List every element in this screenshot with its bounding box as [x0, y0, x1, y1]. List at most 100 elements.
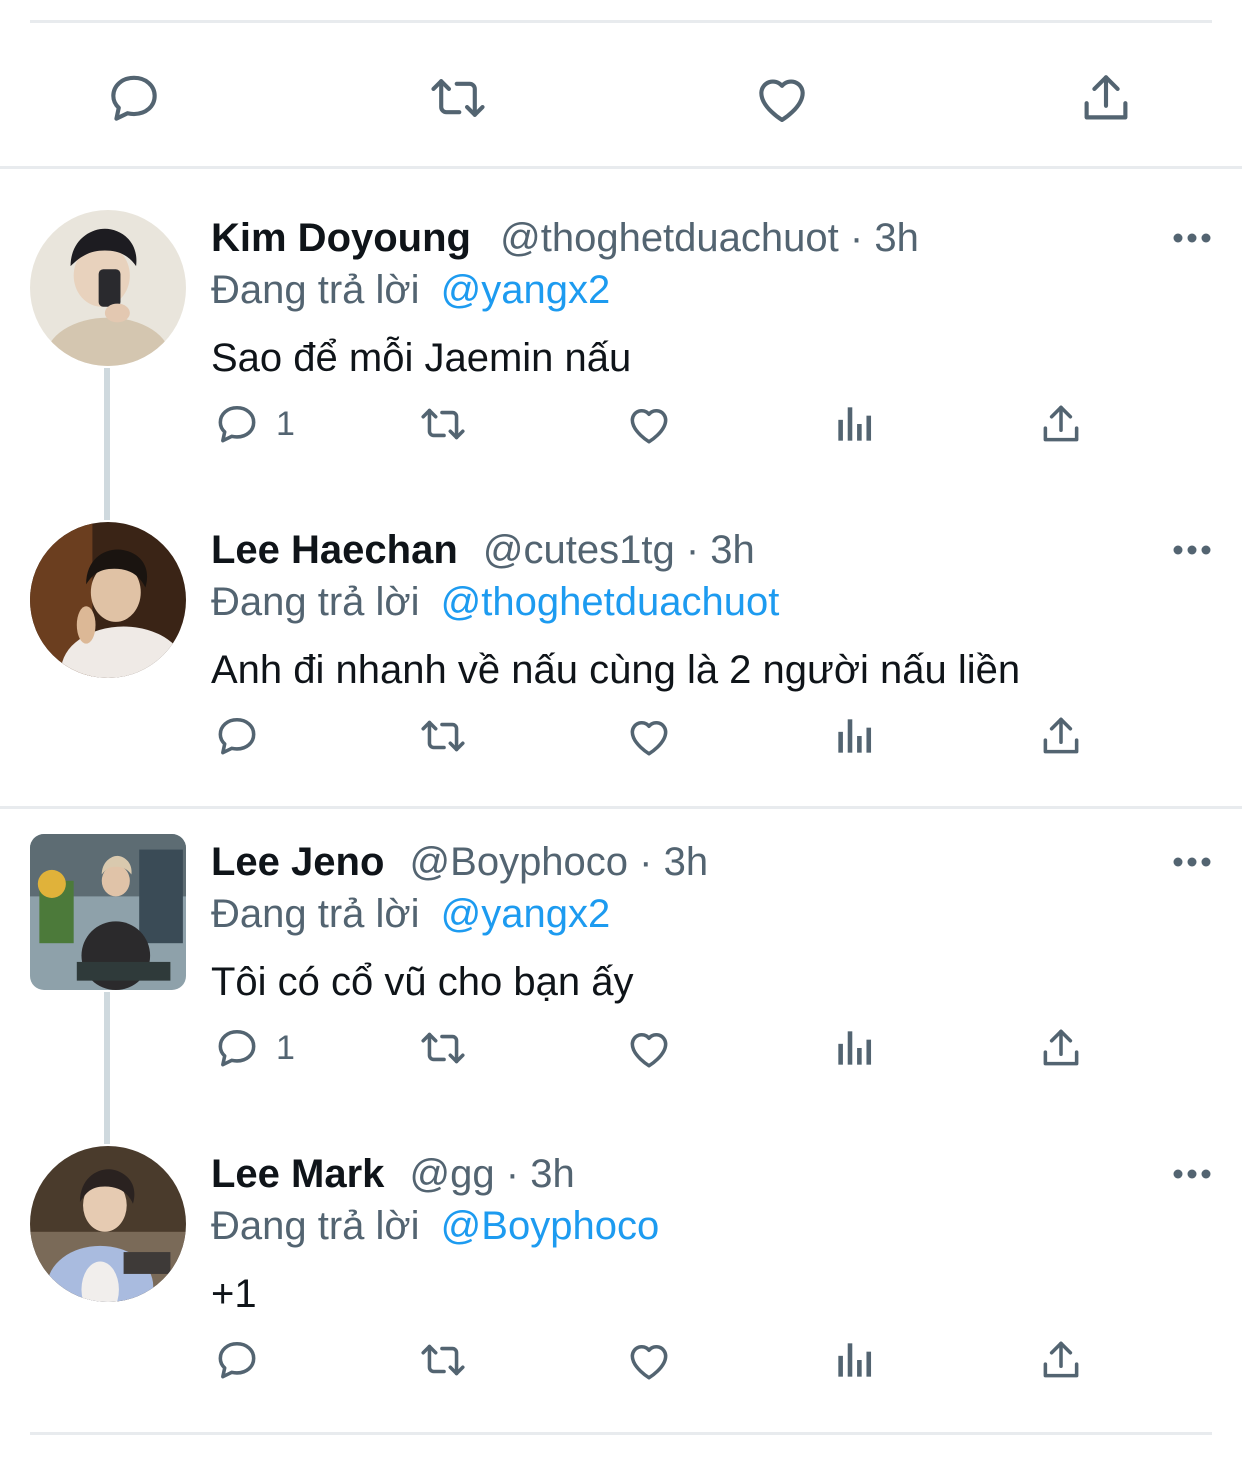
mention-link[interactable]: @yangx2 — [441, 268, 611, 312]
reply-button[interactable] — [212, 706, 276, 766]
reply-item[interactable]: Lee Mark @gg · 3h Đang trả lời @Boyphoco… — [0, 1146, 1242, 1416]
reply-icon — [218, 1029, 256, 1067]
more-options-button[interactable] — [1170, 842, 1214, 882]
replying-to-label: Đang trả lời — [211, 268, 420, 312]
share-button[interactable] — [1036, 394, 1086, 454]
timestamp[interactable]: 3h — [710, 528, 755, 572]
reply-text: Anh đi nhanh về nấu cùng là 2 người nấu … — [211, 648, 1021, 692]
separator-dot: · — [849, 216, 875, 260]
analytics-button[interactable] — [830, 1330, 880, 1390]
top-divider — [30, 20, 1212, 23]
mention-link[interactable]: @yangx2 — [441, 892, 611, 936]
display-name[interactable]: Lee Jeno — [211, 840, 384, 884]
avatar-photo — [30, 1146, 186, 1302]
reply-button[interactable] — [94, 58, 174, 138]
reply-icon — [111, 75, 157, 121]
like-button[interactable] — [624, 1330, 674, 1390]
avatar-photo — [30, 522, 186, 678]
username[interactable]: @thoghetduachuot — [500, 216, 839, 260]
like-button[interactable] — [624, 1018, 674, 1078]
reply-action-bar: 1 — [0, 1018, 1242, 1078]
analytics-button[interactable] — [830, 394, 880, 454]
reply-icon — [218, 717, 256, 755]
retweet-button[interactable] — [418, 1018, 468, 1078]
username[interactable]: @Boyphoco — [410, 840, 629, 884]
reply-action-bar — [0, 1330, 1242, 1390]
analytics-icon — [838, 1343, 872, 1377]
separator-dot: · — [685, 528, 711, 572]
reply-count: 1 — [276, 1028, 295, 1067]
reply-header: Lee Haechan @cutes1tg · 3h — [211, 522, 755, 578]
timestamp[interactable]: 3h — [664, 840, 709, 884]
reply-action-bar: 1 — [0, 394, 1242, 454]
more-icon — [1173, 233, 1211, 243]
mention-link[interactable]: @Boyphoco — [441, 1204, 660, 1248]
avatar[interactable] — [30, 1146, 186, 1302]
like-icon — [630, 1344, 668, 1380]
timestamp[interactable]: 3h — [530, 1152, 575, 1196]
main-tweet-action-bar — [0, 58, 1242, 138]
retweet-button[interactable] — [418, 58, 498, 138]
reply-text: Tôi có cổ vũ cho bạn ấy — [211, 960, 634, 1004]
display-name[interactable]: Lee Haechan — [211, 528, 458, 572]
retweet-button[interactable] — [418, 394, 468, 454]
display-name[interactable]: Kim Doyoung — [211, 216, 471, 260]
bottom-divider — [30, 1432, 1212, 1435]
section-divider — [0, 166, 1242, 169]
replying-to-label: Đang trả lời — [211, 580, 420, 624]
more-options-button[interactable] — [1170, 530, 1214, 570]
avatar[interactable] — [30, 522, 186, 678]
analytics-icon — [838, 407, 872, 441]
reply-item[interactable]: Lee Haechan @cutes1tg · 3h Đang trả lời … — [0, 522, 1242, 792]
retweet-icon — [431, 79, 485, 117]
share-icon — [1043, 717, 1079, 754]
reply-button[interactable]: 1 — [212, 1018, 295, 1078]
display-name[interactable]: Lee Mark — [211, 1152, 384, 1196]
replying-to: Đang trả lời @Boyphoco — [211, 1198, 659, 1254]
avatar-photo — [30, 834, 186, 990]
more-options-button[interactable] — [1170, 218, 1214, 258]
share-button[interactable] — [1066, 58, 1146, 138]
like-button[interactable] — [742, 58, 822, 138]
like-icon — [630, 1032, 668, 1068]
username[interactable]: @gg — [410, 1152, 495, 1196]
reply-action-bar — [0, 706, 1242, 766]
retweet-button[interactable] — [418, 1330, 468, 1390]
reply-header: Lee Jeno @Boyphoco · 3h — [211, 834, 708, 890]
reply-text: +1 — [211, 1272, 257, 1316]
share-button[interactable] — [1036, 706, 1086, 766]
replying-to: Đang trả lời @yangx2 — [211, 262, 610, 318]
reply-button[interactable]: 1 — [212, 394, 295, 454]
avatar[interactable] — [30, 210, 186, 366]
replying-to: Đang trả lời @yangx2 — [211, 886, 610, 942]
reply-button[interactable] — [212, 1330, 276, 1390]
mention-link[interactable]: @thoghetduachuot — [441, 580, 780, 624]
avatar[interactable] — [30, 834, 186, 990]
retweet-button[interactable] — [418, 706, 468, 766]
replying-to: Đang trả lời @thoghetduachuot — [211, 574, 779, 630]
more-icon — [1173, 545, 1211, 555]
retweet-icon — [421, 1032, 465, 1064]
separator-dot: · — [639, 840, 664, 884]
retweet-icon — [421, 408, 465, 440]
section-divider — [0, 806, 1242, 809]
reply-item[interactable]: Kim Doyoung @thoghetduachuot · 3h Đang t… — [0, 210, 1242, 500]
analytics-button[interactable] — [830, 1018, 880, 1078]
more-options-button[interactable] — [1170, 1154, 1214, 1194]
retweet-icon — [421, 720, 465, 752]
retweet-icon — [421, 1344, 465, 1376]
reply-icon — [218, 1341, 256, 1379]
analytics-icon — [838, 719, 872, 753]
like-button[interactable] — [624, 706, 674, 766]
share-button[interactable] — [1036, 1018, 1086, 1078]
like-button[interactable] — [624, 394, 674, 454]
replying-to-label: Đang trả lời — [211, 892, 420, 936]
analytics-button[interactable] — [830, 706, 880, 766]
username[interactable]: @cutes1tg — [483, 528, 675, 572]
reply-icon — [218, 405, 256, 443]
timestamp[interactable]: 3h — [874, 216, 919, 260]
reply-header: Lee Mark @gg · 3h — [211, 1146, 575, 1202]
reply-item[interactable]: Lee Jeno @Boyphoco · 3h Đang trả lời @ya… — [0, 834, 1242, 1124]
share-button[interactable] — [1036, 1330, 1086, 1390]
more-icon — [1173, 1169, 1211, 1179]
